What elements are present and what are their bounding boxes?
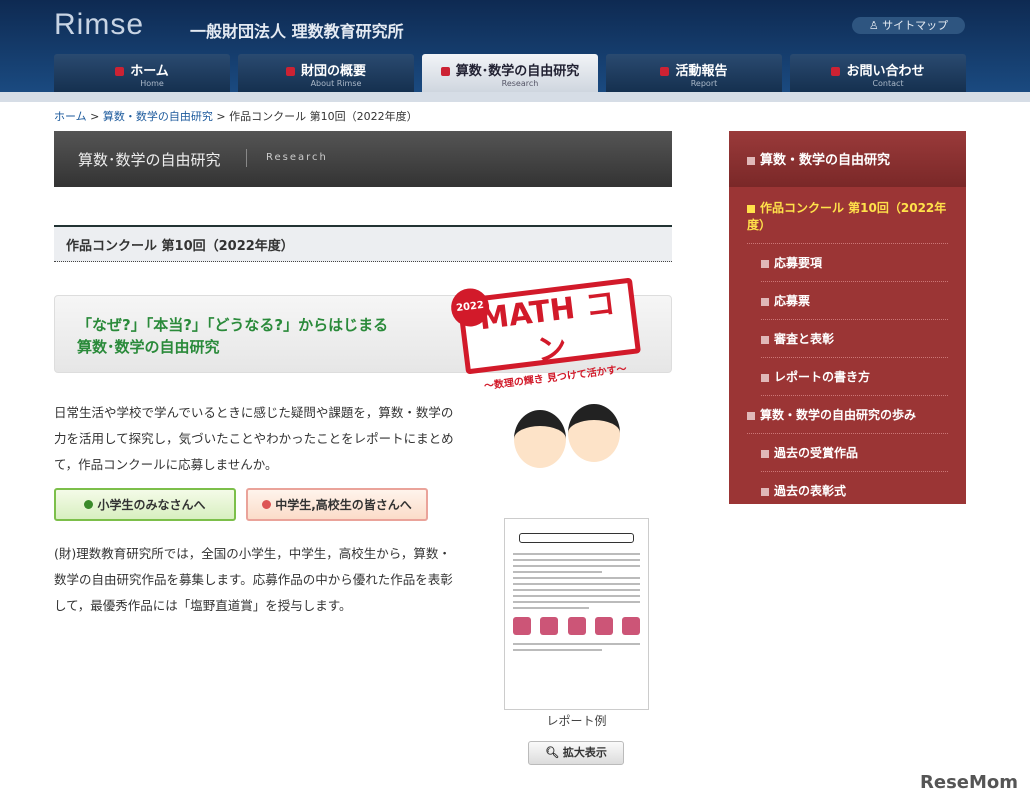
breadcrumb-current: 作品コンクール 第10回（2022年度） <box>229 110 418 123</box>
nav-label: お問い合わせ <box>846 64 925 79</box>
nav-sublabel: Contact <box>872 79 904 88</box>
label: 応募票 <box>774 294 811 308</box>
site-header: Rimse 一般財団法人 理数教育研究所 ♙ サイトマップ ホーム Home 財団… <box>0 0 1030 92</box>
label: 審査と表彰 <box>774 332 835 346</box>
elementary-button[interactable]: 小学生のみなさんへ <box>54 488 236 521</box>
button-label: 中学生,高校生の皆さんへ <box>275 498 412 512</box>
search-icon: 🔍︎ <box>545 746 563 759</box>
arrow-icon <box>747 156 755 165</box>
banner-line2: 算数･数学の自由研究 <box>77 338 220 356</box>
sidebar-item-past-ceremonies[interactable]: 過去の表彰式 <box>761 472 948 509</box>
divider <box>246 149 247 167</box>
enlarge-button[interactable]: 🔍︎ 拡大表示 <box>528 741 624 765</box>
sidebar-item-form[interactable]: 応募票 <box>761 282 948 320</box>
rimse-logo[interactable]: Rimse <box>54 8 144 42</box>
nav-home[interactable]: ホーム Home <box>54 54 230 92</box>
nav-research[interactable]: 算数･数学の自由研究 Research <box>422 54 598 92</box>
arrow-icon <box>761 259 769 268</box>
page-title: 作品コンクール 第10回（2022年度） <box>54 225 672 262</box>
arrow-icon <box>285 67 295 76</box>
label: 作品コンクール 第10回（2022年度） <box>747 201 947 232</box>
label: レポートの書き方 <box>774 370 871 384</box>
sidebar-item-past-winners[interactable]: 過去の受賞作品 <box>761 434 948 472</box>
arrow-icon <box>761 297 769 306</box>
intro-text: 日常生活や学校で学んでいるときに感じた疑問や課題を，算数・数学の力を活用して探究… <box>54 405 454 472</box>
nav-label: ホーム <box>130 64 169 79</box>
arrow-icon <box>747 204 755 213</box>
breadcrumb-separator: > <box>86 110 103 123</box>
circle-arrow-icon <box>84 500 94 509</box>
sidebar-title[interactable]: 算数・数学の自由研究 <box>729 131 966 187</box>
resemom-watermark: ReseMom <box>920 772 1019 793</box>
report-sample-image[interactable] <box>504 518 649 710</box>
org-name: 一般財団法人 理数教育研究所 <box>190 22 404 41</box>
banner-line1: 「なぜ?」「本当?」「どうなる?」からはじまる <box>77 316 389 334</box>
nav-report[interactable]: 活動報告 Report <box>606 54 782 92</box>
sidebar-item-history[interactable]: 算数・数学の自由研究の歩み <box>747 396 948 434</box>
arrow-icon <box>761 373 769 382</box>
breadcrumb-separator: > <box>212 110 230 123</box>
sidebar-item-current[interactable]: 作品コンクール 第10回（2022年度） <box>747 187 948 244</box>
secondary-button[interactable]: 中学生,高校生の皆さんへ <box>246 488 428 521</box>
label: 過去の表彰式 <box>774 484 847 498</box>
label: 算数・数学の自由研究 <box>760 153 891 168</box>
header-band <box>0 92 1030 102</box>
sidebar: 算数・数学の自由研究 作品コンクール 第10回（2022年度） 応募要項 応募票… <box>729 131 966 504</box>
report-caption: レポート例 <box>546 714 607 728</box>
nav-sublabel: Report <box>690 79 718 88</box>
mathcon-banner: 「なぜ?」「本当?」「どうなる?」からはじまる 算数･数学の自由研究 2022 MA… <box>54 277 672 392</box>
arrow-icon <box>747 411 755 420</box>
nav-contact[interactable]: お問い合わせ Contact <box>790 54 966 92</box>
sitemap-button[interactable]: ♙ サイトマップ <box>852 17 965 34</box>
children-illustration <box>514 400 644 495</box>
label: 算数・数学の自由研究の歩み <box>760 408 917 422</box>
section-title: 算数･数学の自由研究 <box>78 151 221 169</box>
breadcrumb-home[interactable]: ホーム <box>54 110 87 123</box>
button-label: 拡大表示 <box>562 746 607 759</box>
nav-about[interactable]: 財団の概要 About Rimse <box>238 54 414 92</box>
section-header: 算数･数学の自由研究 Research <box>54 131 672 187</box>
arrow-icon <box>440 67 450 76</box>
button-label: 小学生のみなさんへ <box>97 498 206 512</box>
section-en: Research <box>266 152 328 163</box>
sidebar-item-howto[interactable]: レポートの書き方 <box>761 358 948 396</box>
label: 応募要項 <box>774 256 823 270</box>
sidebar-item-guidelines[interactable]: 応募要項 <box>761 244 948 282</box>
breadcrumb-section[interactable]: 算数・数学の自由研究 <box>103 110 213 123</box>
label: 過去の受賞作品 <box>774 446 859 460</box>
circle-arrow-icon <box>262 500 272 509</box>
arrow-icon <box>761 449 769 458</box>
nav-label: 財団の概要 <box>300 64 366 79</box>
nav-label: 活動報告 <box>675 64 728 79</box>
arrow-icon <box>831 67 841 76</box>
nav-sublabel: Research <box>501 79 539 88</box>
sidebar-item-judging[interactable]: 審査と表彰 <box>761 320 948 358</box>
nav-sublabel: About Rimse <box>310 79 362 88</box>
nav-sublabel: Home <box>140 79 164 88</box>
arrow-icon <box>660 67 670 76</box>
description-text: (財)理数教育研究所では，全国の小学生，中学生，高校生から，算数・数学の自由研究… <box>54 546 453 613</box>
arrow-icon <box>761 335 769 344</box>
nav-label: 算数･数学の自由研究 <box>455 64 580 79</box>
mathcon-logo: 2022 MATH コン ～数理の輝き 見つけて活かす～ <box>448 277 641 392</box>
arrow-icon <box>761 487 769 496</box>
breadcrumb: ホーム > 算数・数学の自由研究 > 作品コンクール 第10回（2022年度） <box>54 108 418 124</box>
arrow-icon <box>115 67 125 76</box>
